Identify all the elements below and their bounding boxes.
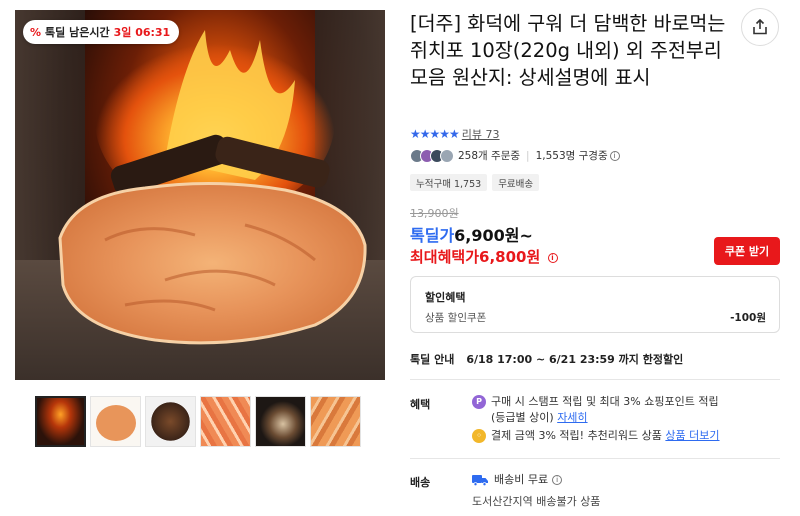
share-icon <box>753 19 767 35</box>
coin-icon: ◦ <box>472 429 486 443</box>
thumbnail-5[interactable] <box>255 396 306 447</box>
social-proof-row: 258개 주문중 | 1,553명 구경중 i <box>410 148 620 163</box>
product-illustration <box>58 25 367 345</box>
max-price-value: 6,800원 <box>479 248 541 266</box>
info-icon[interactable]: i <box>609 150 620 161</box>
buyer-avatars <box>410 148 454 163</box>
viewers-count: 1,553명 구경중 <box>535 150 608 162</box>
discount-box: 할인혜택 상품 할인쿠폰 -100원 <box>410 276 780 333</box>
share-button[interactable] <box>741 8 779 46</box>
orders-count: 258개 주문중 <box>458 150 521 162</box>
product-title: [더주] 화덕에 구워 더 담백한 바로먹는 쥐치포 10장(220g 내외) … <box>410 12 726 89</box>
more-products-link[interactable]: 상품 더보기 <box>665 428 719 444</box>
max-price-label: 최대혜택가 <box>410 248 480 266</box>
tag-cumulative-purchase: 누적구매 1,753 <box>410 174 488 191</box>
benefit-label: 혜택 <box>410 398 431 411</box>
separator: | <box>526 149 530 162</box>
deal-period: 6/18 17:00 ~ 6/21 23:59 까지 한정할인 <box>466 353 684 366</box>
divider <box>410 458 780 459</box>
original-price: 13,900원 <box>410 207 459 220</box>
rating-row: ★★★★★ 리뷰 73 <box>410 126 500 142</box>
stamp-benefit-text: 구매 시 스탬프 적립 및 최대 3% 쇼핑포인트 적립 (등급별 상이) 자세… <box>491 394 719 426</box>
thumbnail-4[interactable] <box>200 396 251 447</box>
review-link[interactable]: 리뷰 73 <box>462 126 500 142</box>
pay-benefit-text: 결제 금액 3% 적립! 추천리워드 상품 <box>491 429 662 442</box>
deal-notice: 톡딜 안내 6/18 17:00 ~ 6/21 23:59 까지 한정할인 <box>410 351 683 367</box>
detail-link[interactable]: 자세히 <box>557 411 587 424</box>
deal-price-label: 톡딜가 <box>410 226 455 245</box>
stamp-benefit-row: P 구매 시 스탬프 적립 및 최대 3% 쇼핑포인트 적립 (등급별 상이) … <box>472 394 719 426</box>
info-icon[interactable]: i <box>547 252 558 263</box>
thumbnail-2-image <box>96 405 136 441</box>
payment-benefit-row: ◦ 결제 금액 3% 적립! 추천리워드 상품 상품 더보기 <box>472 428 720 444</box>
tag-free-shipping: 무료배송 <box>492 174 540 191</box>
deal-notice-label: 톡딜 안내 <box>410 353 455 366</box>
shipping-fee: 배송비 무료 <box>494 473 549 486</box>
info-icon[interactable]: i <box>552 475 563 485</box>
deal-price: 톡딜가6,900원~ <box>410 222 533 246</box>
timer-label: 톡딜 남은시간 <box>45 26 110 39</box>
deal-price-value: 6,900원~ <box>454 226 533 245</box>
shipping-row: 배송비 무료 i <box>472 472 563 488</box>
product-main-image: % 톡딜 남은시간 3일 06:31 <box>15 10 385 380</box>
thumbnail-6[interactable] <box>310 396 361 447</box>
max-benefit-price: 최대혜택가6,800원 i <box>410 246 558 267</box>
stamp-benefit-line2: (등급별 상이) <box>491 411 554 424</box>
truck-icon <box>472 475 488 486</box>
shipping-note: 도서산간지역 배송불가 상품 <box>472 495 601 508</box>
thumbnail-2[interactable] <box>90 396 141 447</box>
star-rating-icon: ★★★★★ <box>410 127 460 141</box>
thumbnail-3[interactable] <box>145 396 196 447</box>
divider <box>410 379 780 380</box>
tag-list: 누적구매 1,753 무료배송 <box>410 174 540 191</box>
discount-item: 상품 할인쿠폰 <box>425 312 487 324</box>
point-icon: P <box>472 395 486 409</box>
shipping-label: 배송 <box>410 476 431 489</box>
stamp-benefit-line1: 구매 시 스탬프 적립 및 최대 3% 쇼핑포인트 적립 <box>491 395 719 408</box>
timer-value: 3일 06:31 <box>113 26 171 39</box>
thumbnail-strip <box>35 396 361 447</box>
coupon-button[interactable]: 쿠폰 받기 <box>714 237 780 265</box>
deal-timer-badge: % 톡딜 남은시간 3일 06:31 <box>23 20 180 44</box>
thumbnail-1[interactable] <box>35 396 86 447</box>
avatar <box>440 148 454 163</box>
discount-amount: -100원 <box>730 312 766 324</box>
percent-icon: % <box>30 25 42 39</box>
discount-title: 할인혜택 <box>425 291 466 304</box>
